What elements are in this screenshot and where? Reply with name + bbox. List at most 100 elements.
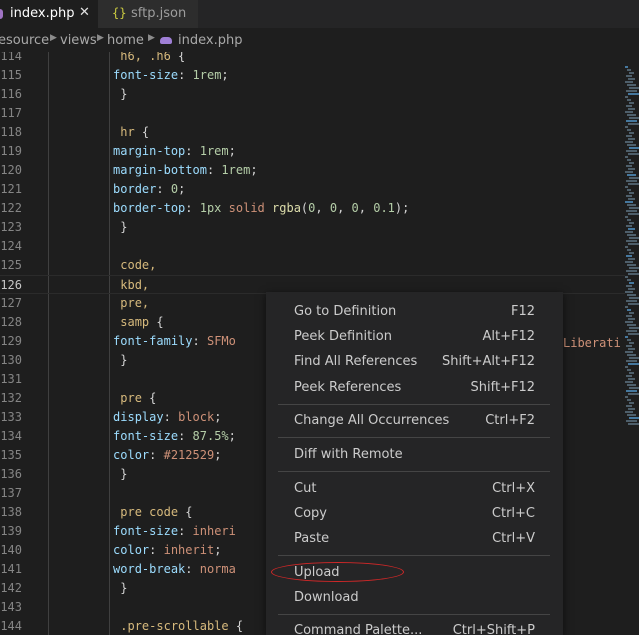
minimap-line (625, 306, 628, 308)
minimap-line (626, 225, 632, 227)
tab-index-php[interactable]: index.php ✕ (0, 0, 98, 28)
minimap-line (627, 204, 636, 206)
minimap-line (627, 189, 631, 191)
minimap-line (628, 378, 635, 380)
code-overflow-text: Liberati (563, 336, 621, 350)
code-text: .pre-scrollable { (48, 619, 244, 633)
code-text: } (48, 220, 128, 234)
menu-item-download[interactable]: Download (266, 587, 563, 609)
minimap-line (625, 156, 628, 158)
menu-item-find-all-references[interactable]: Find All References Shift+Alt+F12 (266, 351, 563, 373)
menu-item-label: Change All Occurrences (294, 413, 450, 428)
code-line: 118 hr { (0, 123, 625, 142)
menu-item-copy[interactable]: Copy Ctrl+C (266, 503, 563, 525)
menu-item-label: Paste (294, 531, 330, 546)
code-line: 121 border: 0; (0, 180, 625, 199)
line-number: 114 (0, 52, 22, 63)
breadcrumb-item[interactable]: home (107, 33, 144, 48)
line-number: 142 (0, 581, 22, 595)
menu-item-peek-definition[interactable]: Peek Definition Alt+F12 (266, 326, 563, 348)
minimap-line (628, 153, 639, 155)
minimap-line (627, 324, 636, 326)
code-line: 122 border-top: 1px solid rgba(0, 0, 0, … (0, 199, 625, 218)
breadcrumb-item[interactable]: views (60, 33, 97, 48)
code-text: font-size: 1rem; (113, 68, 229, 82)
line-number: 123 (0, 220, 22, 234)
minimap-line (629, 222, 634, 224)
line-number: 131 (0, 372, 22, 386)
minimap-line (629, 357, 639, 359)
line-number: 126 (0, 278, 22, 292)
menu-item-label: Cut (294, 481, 317, 496)
line-number: 121 (0, 182, 22, 196)
minimap-line (626, 135, 632, 137)
minimap-line (628, 303, 639, 305)
minimap-line (625, 126, 628, 128)
minimap-line (629, 372, 634, 374)
line-number: 118 (0, 125, 22, 139)
minimap-line (627, 264, 636, 266)
line-number: 139 (0, 524, 22, 538)
code-line: 124 (0, 237, 625, 256)
breadcrumb-item[interactable]: esource (0, 33, 49, 48)
close-icon[interactable]: ✕ (79, 5, 90, 20)
code-text: kbd, (48, 278, 150, 292)
minimap-line (627, 369, 631, 371)
code-text: code, (48, 258, 157, 272)
minimap-line (625, 276, 628, 278)
minimap-line (628, 138, 635, 140)
menu-item-label: Command Palette... (294, 623, 423, 635)
code-line: 116 } (0, 85, 625, 104)
line-number: 141 (0, 562, 22, 576)
minimap-line (629, 312, 634, 314)
code-line: 120 margin-bottom: 1rem; (0, 161, 625, 180)
code-text: display: block; (113, 410, 222, 424)
minimap-line (627, 69, 631, 71)
code-line: 125 code, (0, 256, 625, 275)
minimap-line (626, 390, 637, 392)
minimap-line (629, 162, 634, 164)
line-number: 120 (0, 163, 22, 177)
line-number: 134 (0, 429, 22, 443)
line-number: 125 (0, 258, 22, 272)
minimap-line (629, 87, 639, 89)
code-text: font-size: 87.5%; (113, 429, 236, 443)
minimap-line (629, 72, 634, 74)
menu-item-change-all-occurrences[interactable]: Change All Occurrences Ctrl+F2 (266, 410, 563, 432)
menu-item-label: Download (294, 590, 359, 605)
minimap-line (625, 96, 628, 98)
minimap-line (627, 84, 636, 86)
minimap-line (628, 348, 635, 350)
menu-item-label: Go to Definition (294, 304, 397, 319)
minimap-line (628, 123, 639, 125)
line-number: 135 (0, 448, 22, 462)
minimap-line (627, 249, 631, 251)
menu-item-go-to-definition[interactable]: Go to Definition F12 (266, 301, 563, 323)
line-number: 119 (0, 144, 22, 158)
tab-sftp-json[interactable]: {} sftp.json (98, 0, 198, 28)
menu-item-peek-references[interactable]: Peek References Shift+F12 (266, 377, 563, 399)
minimap-line (629, 252, 634, 254)
code-text: word-break: norma (113, 562, 236, 576)
menu-item-shortcut: F12 (510, 304, 535, 319)
minimap-line (628, 213, 639, 215)
minimap-line (625, 186, 628, 188)
breadcrumb-item[interactable]: index.php (178, 33, 242, 48)
minimap-line (627, 219, 631, 221)
menu-separator (278, 555, 550, 556)
minimap-line (629, 237, 639, 239)
minimap[interactable] (625, 52, 639, 635)
menu-item-shortcut: Alt+F12 (482, 329, 535, 344)
minimap-line (627, 414, 636, 416)
minimap-line (625, 336, 628, 338)
menu-item-cut[interactable]: Cut Ctrl+X (266, 478, 563, 500)
menu-item-shortcut: Ctrl+C (491, 506, 535, 521)
code-text: } (48, 581, 128, 595)
menu-item-command-palette[interactable]: Command Palette... Ctrl+Shift+P (266, 620, 563, 635)
menu-item-diff-with-remote[interactable]: Diff with Remote (266, 444, 563, 466)
minimap-line (629, 147, 639, 149)
menu-item-paste[interactable]: Paste Ctrl+V (266, 528, 563, 550)
minimap-line (629, 327, 639, 329)
